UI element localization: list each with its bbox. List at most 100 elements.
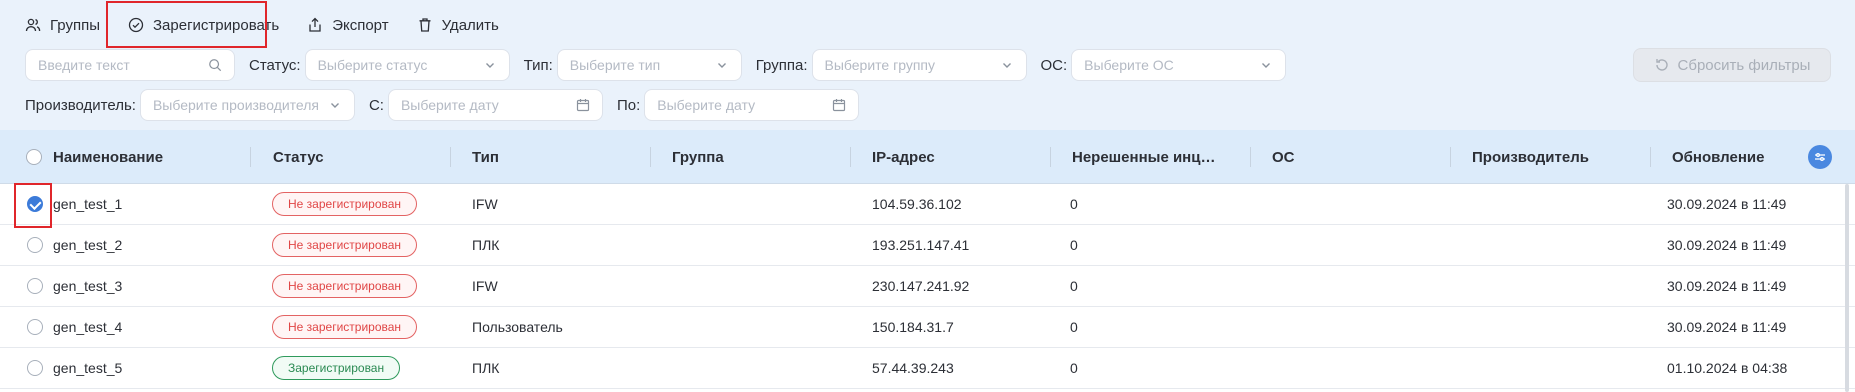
row-checkbox-cell [27,184,43,224]
row-checkbox[interactable] [27,196,43,212]
cell-name: gen_test_3 [53,278,123,294]
filters-row-1: Введите текст Статус: Выберите статус Ти… [25,48,1300,82]
row-checkbox[interactable] [27,237,43,253]
status-placeholder: Выберите статус [317,57,428,73]
status-badge: Не зарегистрирован [272,315,418,339]
row-checkbox-cell [27,307,43,347]
vendor-filter-label: Производитель: [25,96,136,114]
column-header-type[interactable]: Тип [472,130,499,184]
cell-name: gen_test_5 [53,360,123,376]
export-button[interactable]: Экспорт [307,10,389,40]
to-date-input[interactable]: Выберите дату [644,89,860,121]
register-button[interactable]: Зарегистрировать [128,10,279,40]
vendor-placeholder: Выберите производителя [152,97,320,113]
group-select[interactable]: Выберите группу [811,49,1027,81]
cell-type: ПЛК [472,237,500,253]
cell-status: Зарегистрирован [272,348,401,388]
toolbar: Группы Зарегистрировать Экспорт Удалить [25,10,527,40]
column-divider [650,147,651,167]
type-filter-label: Тип: [523,56,553,74]
column-header-group[interactable]: Группа [672,130,724,184]
row-checkbox-cell [27,348,43,388]
calendar-icon [833,99,846,112]
os-select[interactable]: Выберите ОС [1071,49,1287,81]
row-checkbox[interactable] [27,360,43,376]
column-divider [1050,147,1051,167]
search-icon [209,59,222,72]
row-checkbox[interactable] [27,319,43,335]
column-header-status[interactable]: Статус [273,130,324,184]
group-placeholder: Выберите группу [824,57,935,73]
column-divider [450,147,451,167]
row-checkbox[interactable] [27,278,43,294]
status-badge: Зарегистрирован [272,356,401,380]
status-filter-label: Статус: [249,56,301,74]
table-row[interactable]: gen_test_5 Зарегистрирован ПЛК 57.44.39.243… [0,348,1855,389]
os-filter-label: ОС: [1040,56,1068,74]
row-checkbox-cell [27,225,43,265]
column-header-name[interactable]: Наименование [53,130,163,184]
filters-row-2: Производитель: Выберите производителя С:… [25,88,873,122]
column-divider [250,147,251,167]
cell-updated: 30.09.2024 в 11:49 [1667,237,1787,253]
cell-ip: 193.251.147.41 [872,237,970,253]
from-date-label: С: [368,96,384,114]
cell-type: ПЛК [472,360,500,376]
cell-type: IFW [472,278,498,294]
column-header-os[interactable]: ОС [1272,130,1295,184]
delete-button[interactable]: Удалить [417,10,499,40]
reset-filters-button[interactable]: Сбросить фильтры [1633,48,1831,82]
cell-ip: 230.147.241.92 [872,278,970,294]
table-row[interactable]: gen_test_3 Не зарегистрирован IFW 230.147.2… [0,266,1855,307]
cell-incidents: 0 [1070,360,1078,376]
cell-name: gen_test_1 [53,196,123,212]
trash-icon [419,18,431,32]
os-placeholder: Выберите ОС [1084,57,1174,73]
select-all-checkbox[interactable] [26,149,42,165]
type-placeholder: Выберите тип [569,57,661,73]
calendar-icon [576,99,590,112]
column-header-incidents[interactable]: Нерешенные инц… [1072,130,1215,184]
cell-ip: 104.59.36.102 [872,196,962,212]
status-select[interactable]: Выберите статус [304,49,510,81]
from-date-input[interactable]: Выберите дату [387,89,603,121]
groups-button[interactable]: Группы [25,10,100,40]
cell-status: Не зарегистрирован [272,225,418,265]
column-divider [1650,147,1651,167]
cell-name: gen_test_2 [53,237,123,253]
column-divider [1450,147,1451,167]
cell-type: Пользователь [472,319,563,335]
table-scrollbar[interactable] [1845,184,1849,392]
cell-updated: 30.09.2024 в 11:49 [1667,278,1787,294]
group-filter-label: Группа: [755,56,808,74]
column-header-vendor[interactable]: Производитель [1472,130,1589,184]
cell-updated: 01.10.2024 в 04:38 [1667,360,1788,376]
vendor-select[interactable]: Выберите производителя [139,89,355,121]
cell-incidents: 0 [1070,237,1078,253]
cell-ip: 57.44.39.243 [872,360,954,376]
column-divider [1250,147,1251,167]
column-header-updated[interactable]: Обновление [1672,130,1764,184]
type-select[interactable]: Выберите тип [556,49,742,81]
cell-ip: 150.184.31.7 [872,319,954,335]
to-date-placeholder: Выберите дату [657,97,756,113]
sliders-icon [1815,153,1825,161]
cell-name: gen_test_4 [53,319,123,335]
table-row[interactable]: gen_test_4 Не зарегистрирован Пользователь… [0,307,1855,348]
select-all-cell [26,130,42,184]
delete-label: Удалить [441,16,499,34]
chevron-down-icon [485,63,494,68]
column-settings-button[interactable] [1808,145,1832,169]
search-placeholder: Введите текст [38,57,130,73]
cell-incidents: 0 [1070,196,1078,212]
search-input[interactable]: Введите текст [25,49,235,81]
refresh-icon [1655,59,1668,71]
table-row[interactable]: gen_test_2 Не зарегистрирован ПЛК 193.251.1… [0,225,1855,266]
column-header-ip[interactable]: IP-адрес [872,130,935,184]
status-badge: Не зарегистрирован [272,233,418,257]
column-divider [850,147,851,167]
cell-incidents: 0 [1070,278,1078,294]
table-row[interactable]: gen_test_1 Не зарегистрирован IFW 104.59.36… [0,184,1855,225]
cell-status: Не зарегистрирован [272,184,418,224]
cell-updated: 30.09.2024 в 11:49 [1667,319,1787,335]
